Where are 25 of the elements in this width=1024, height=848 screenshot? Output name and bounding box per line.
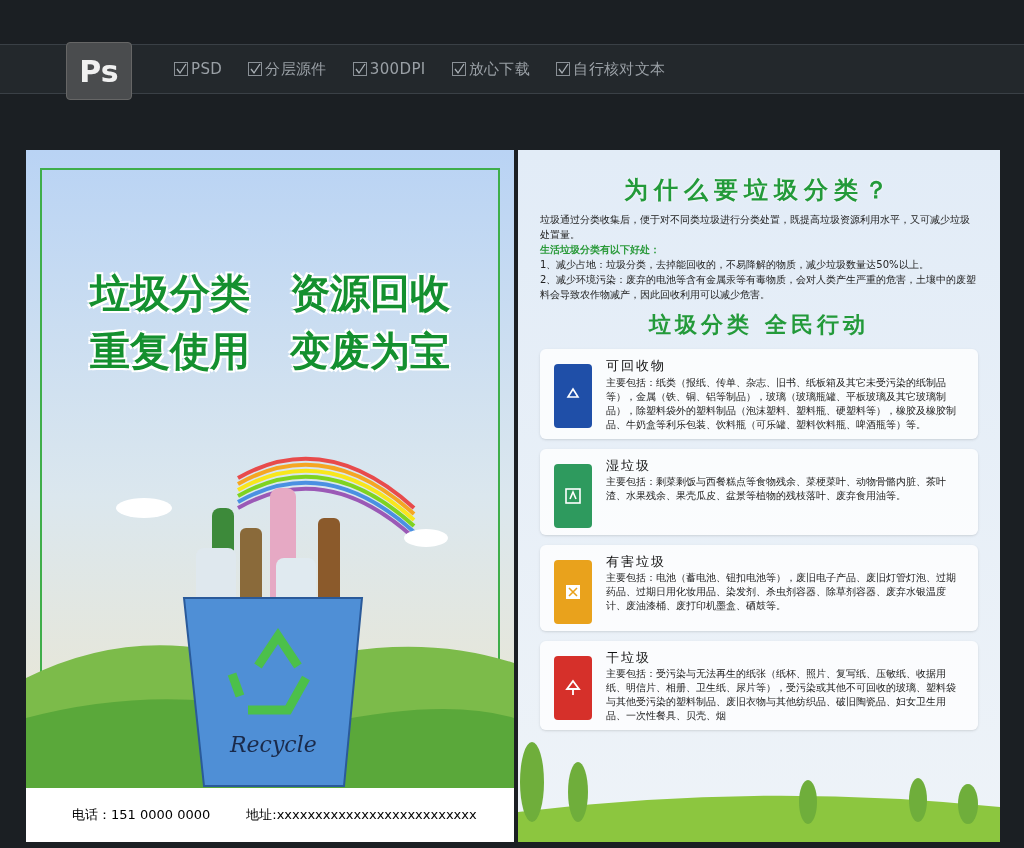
category-text: 主要包括：纸类（报纸、传单、杂志、旧书、纸板箱及其它未受污染的纸制品等），金属（铁、铜、铝等制品），玻璃（玻璃瓶罐、平板玻璃及其它玻璃制品），除塑料袋外的塑料制品（泡沫塑料、塑料瓶、硬塑料等），橡胶及橡胶制品、牛奶盒等利乐包装、饮料瓶（可乐罐、塑料饮料瓶、啤酒瓶等）等。 bbox=[606, 375, 957, 432]
address-text: 地址:xxxxxxxxxxxxxxxxxxxxxxxxxx bbox=[246, 806, 477, 825]
slogan: 垃圾分类 资源回收 bbox=[90, 269, 450, 318]
feature-label: 自行核对文本 bbox=[573, 58, 666, 80]
category-name: 湿垃圾 bbox=[606, 456, 652, 475]
feature-label: 分层源件 bbox=[265, 58, 327, 80]
feature-label: 300DPI bbox=[369, 58, 426, 80]
bin-label: Recycle bbox=[230, 731, 317, 759]
section-title: 垃圾分类 全民行动 bbox=[647, 311, 870, 339]
intro-text: 垃圾通过分类收集后，便于对不同类垃圾进行分类处置，既提高垃圾资源利用水平，又可减少垃圾处置量。 bbox=[540, 213, 971, 242]
benefit-text: 1、减少占地：垃圾分类，去掉能回收的，不易降解的物质，减少垃圾数量达50%以上。 bbox=[540, 258, 930, 272]
category-name: 可回收物 bbox=[606, 357, 667, 375]
section-title: 为什么要垃圾分类？ bbox=[623, 175, 895, 206]
phone-text: 电话：151 0000 0000 bbox=[72, 806, 211, 825]
category-text: 主要包括：电池（蓄电池、钮扣电池等），废旧电子产品、废旧灯管灯泡、过期药品、过期日用化妆用品、染发剂、杀虫剂容器、除草剂容器、废弃水银温度计、废油漆桶、废打印机墨盒、硒鼓等。 bbox=[606, 571, 957, 613]
category-text: 主要包括：受污染与无法再生的纸张（纸杯、照片、复写纸、压敏纸、收据用纸、明信片、相册、卫生纸、尿片等），受污染或其他不可回收的玻璃、塑料袋与其他受污染的塑料制品、废旧衣物与其他纺织品、破旧陶瓷品、妇女卫生用品、一次性餐具、贝壳、烟 bbox=[606, 667, 957, 723]
benefit-text: 2、减少环境污染：废弃的电池等含有金属汞等有毒物质，会对人类产生严重的危害，土壤中的废塑料会导致农作物减产，因此回收利用可以减少危害。 bbox=[540, 273, 978, 302]
category-text: 主要包括：剩菜剩饭与西餐糕点等食物残余、菜梗菜叶、动物骨骼内脏、茶叶渣、水果残余、果壳瓜皮、盆景等植物的残枝落叶、废弃食用油等。 bbox=[606, 475, 947, 503]
category-name: 干垃圾 bbox=[606, 648, 652, 667]
benefits-heading: 生活垃圾分类有以下好处： bbox=[540, 243, 661, 257]
feature-label: 放心下载 bbox=[468, 58, 531, 80]
app-badge: Ps bbox=[66, 42, 132, 100]
category-name: 有害垃圾 bbox=[606, 552, 667, 571]
slogan: 重复使用 变废为宝 bbox=[90, 327, 450, 376]
feature-label: PSD bbox=[191, 58, 223, 80]
